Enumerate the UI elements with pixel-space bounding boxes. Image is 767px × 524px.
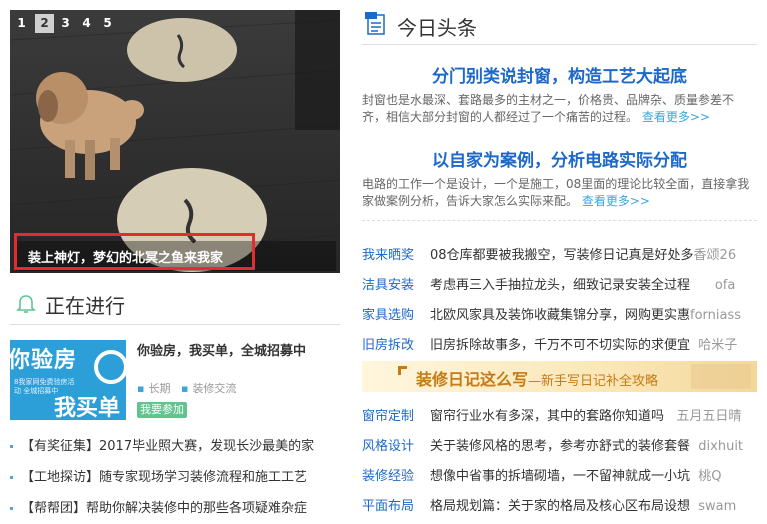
diary-banner[interactable]: 装修日记这么写—新手写日记补全攻略: [362, 361, 757, 392]
article-summary: 电路的工作一个是设计，一个是施工，08里面的理论比较全面，直接拿我家做案例分析，…: [362, 177, 750, 208]
list-item[interactable]: 窗帘定制 窗帘行业水有多深，其中的套路你知道吗 五月五日晴: [362, 405, 757, 425]
news-section-title: 今日头条: [397, 16, 477, 40]
divider: [362, 44, 757, 45]
promo-image-text: 你验房: [10, 348, 78, 373]
promo-meta: ▪ 长期 ▪ 装修交流: [137, 382, 237, 395]
list-category[interactable]: 平面布局: [362, 495, 430, 514]
newspaper-icon: [365, 12, 385, 35]
carousel-page-4[interactable]: 4: [77, 14, 96, 33]
more-link[interactable]: 查看更多>>: [642, 110, 710, 124]
list-text[interactable]: 北欧风家具及装饰收藏集锦分享，网购更实惠: [430, 308, 690, 323]
promo-image[interactable]: 你验房 8我家网免费验房活动 全城招募中 我买单: [10, 340, 126, 420]
list-user[interactable]: swam: [698, 499, 736, 514]
ongoing-section-title: 正在进行: [45, 294, 125, 318]
list-category[interactable]: 家具选购: [362, 304, 430, 323]
list-item[interactable]: 装修经验 想像中省事的拆墙砌墙，一不留神就成一小坑 桃Q: [362, 465, 757, 485]
list-item-text: 【工地探访】随专家现场学习装修流程和施工工艺: [21, 470, 308, 485]
list-user[interactable]: 香颂26: [694, 248, 737, 263]
bell-icon: [16, 295, 36, 313]
list-user[interactable]: forniass: [690, 308, 741, 323]
banner-decoration: [691, 364, 751, 389]
list-item[interactable]: 家具选购 北欧风家具及装饰收藏集锦分享，网购更实惠forniass: [362, 304, 757, 324]
carousel-page-1[interactable]: 1: [12, 14, 31, 33]
list-item[interactable]: 风格设计 关于装修风格的思考，参考亦舒式的装修套餐 dixhuit: [362, 435, 757, 455]
carousel-page-2[interactable]: 2: [35, 14, 54, 33]
banner-title: 装修日记这么写: [416, 370, 529, 389]
list-item[interactable]: 【工地探访】随专家现场学习装修流程和施工工艺: [10, 466, 340, 485]
list-item-text: 【有奖征集】2017毕业照大赛，发现长沙最美的家: [21, 439, 315, 454]
more-link[interactable]: 查看更多>>: [582, 194, 650, 208]
article-summary: 封窗也是水最深、套路最多的主材之一，价格贵、品牌杂、质量参差不齐，相信大部分封窗…: [362, 93, 735, 124]
promo-title[interactable]: 你验房，我买单，全城招募中: [137, 340, 306, 359]
join-button[interactable]: 我要参加: [137, 402, 187, 418]
list-item[interactable]: 旧房拆改 旧房拆除故事多，千万不可不切实际的求便宜 哈米子: [362, 334, 757, 354]
divider: [362, 220, 757, 221]
list-category[interactable]: 洁具安装: [362, 274, 430, 293]
promo-image-text: 我买单: [54, 396, 121, 420]
list-category[interactable]: 装修经验: [362, 465, 430, 484]
list-item[interactable]: 洁具安装 考虑再三入手抽拉龙头，细致记录安装全过程 ofa: [362, 274, 757, 294]
carousel-page-5[interactable]: 5: [98, 14, 117, 33]
list-category[interactable]: 旧房拆改: [362, 334, 430, 353]
banner-subtitle: —新手写日记补全攻略: [528, 374, 659, 389]
magnifier-icon: [94, 350, 126, 384]
list-text[interactable]: 格局规划篇：关于家的格局及核心区布局设想: [430, 499, 690, 514]
list-category[interactable]: 风格设计: [362, 435, 430, 454]
list-item[interactable]: 【帮帮团】帮助你解决装修中的那些各项疑难杂症: [10, 497, 340, 516]
list-text[interactable]: 窗帘行业水有多深，其中的套路你知道吗: [430, 409, 664, 424]
headline-link[interactable]: 分门别类说封窗，构造工艺大起底: [362, 62, 757, 87]
list-category[interactable]: 我来晒奖: [362, 244, 430, 263]
list-user[interactable]: ofa: [715, 278, 736, 293]
list-item[interactable]: 平面布局 格局规划篇：关于家的格局及核心区布局设想 swam: [362, 495, 757, 515]
list-item[interactable]: 我来晒奖 08仓库都要被我搬空，写装修日记真是好处多香颂26: [362, 244, 757, 264]
list-text[interactable]: 想像中省事的拆墙砌墙，一不留神就成一小坑: [430, 469, 690, 484]
headline-link[interactable]: 以自家为案例，分析电路实际分配: [362, 146, 757, 171]
caption-highlight-box: [14, 233, 255, 270]
list-text[interactable]: 旧房拆除故事多，千万不可不切实际的求便宜: [430, 338, 690, 353]
list-item[interactable]: 【有奖征集】2017毕业照大赛，发现长沙最美的家: [10, 435, 340, 454]
list-user[interactable]: dixhuit: [698, 439, 743, 454]
list-item-text: 【帮帮团】帮助你解决装修中的那些各项疑难杂症: [21, 501, 308, 516]
carousel-page-3[interactable]: 3: [56, 14, 75, 33]
list-user[interactable]: 桃Q: [698, 469, 721, 484]
list-user[interactable]: 五月五日晴: [676, 409, 741, 424]
promo-tag: 装修交流: [192, 382, 237, 395]
list-text[interactable]: 08仓库都要被我搬空，写装修日记真是好处多: [430, 248, 694, 263]
list-text[interactable]: 考虑再三入手抽拉龙头，细致记录安装全过程: [430, 278, 690, 293]
list-text[interactable]: 关于装修风格的思考，参考亦舒式的装修套餐: [430, 439, 690, 454]
promo-tag: 长期: [148, 382, 171, 395]
list-user[interactable]: 哈米子: [698, 338, 737, 353]
quote-mark-icon: [398, 366, 407, 375]
divider: [10, 324, 340, 325]
list-category[interactable]: 窗帘定制: [362, 405, 430, 424]
